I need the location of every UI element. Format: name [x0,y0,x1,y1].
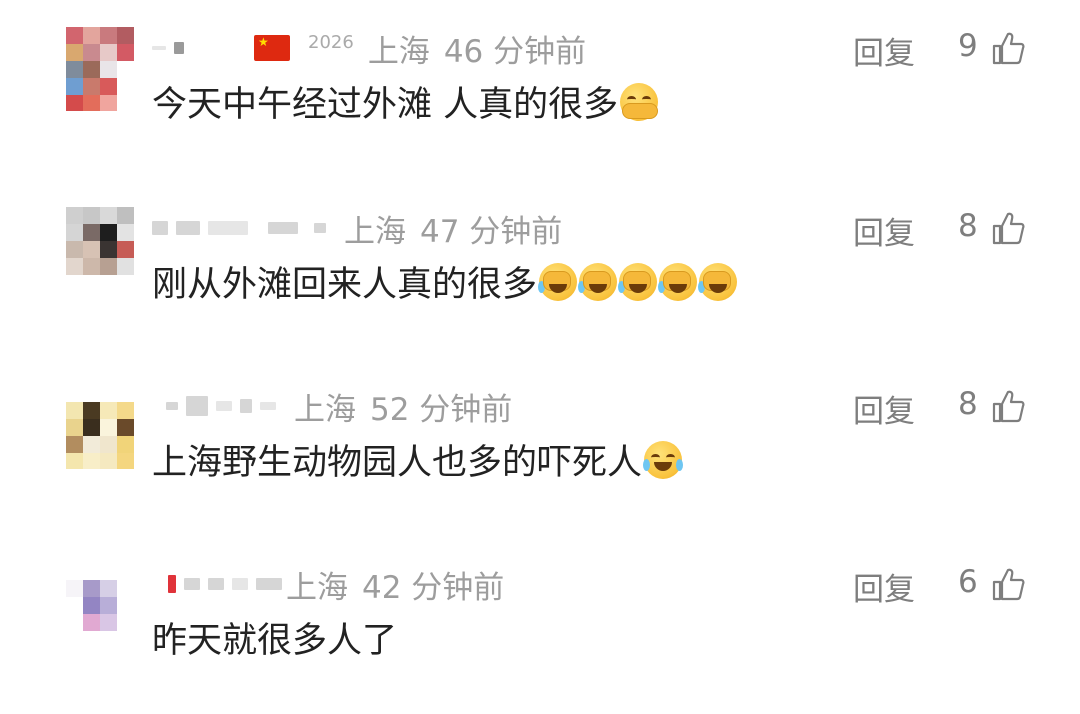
face-palm-emoji [658,262,698,301]
username-blurred[interactable] [268,222,298,234]
username-blurred[interactable] [174,42,184,54]
username-blurred[interactable] [176,221,200,235]
comment-text-row: 今天中午经过外滩 人真的很多 [152,76,659,127]
username-blurred[interactable] [260,402,276,410]
shushing-face-emoji [620,82,659,121]
timestamp: 46 分钟前 [443,33,587,70]
comment-text: 上海野生动物园人也多的吓死人 [152,443,643,483]
timestamp: 47 分钟前 [420,213,563,250]
comment-meta: 上海 52 分钟前 [152,386,513,428]
comment-meta: ★ 2026 上海 46 分钟前 [152,28,587,70]
location-label: 上海 [367,33,430,70]
location-label: 上海 [286,569,348,606]
username-blurred[interactable] [208,221,248,235]
thumbs-up-icon[interactable] [990,210,1026,246]
username-blurred[interactable] [232,578,248,590]
like-count: 8 [958,386,978,422]
username-blurred[interactable] [184,578,200,590]
thumbs-up-icon[interactable] [990,388,1026,424]
reply-button[interactable]: 回复 [853,28,915,73]
avatar[interactable] [66,563,134,647]
thumbs-up-icon[interactable] [990,566,1026,602]
like-count: 6 [958,564,978,600]
comment-text-row: 上海野生动物园人也多的吓死人 [152,434,684,485]
reply-button[interactable]: 回复 [853,208,915,253]
avatar[interactable] [66,27,134,111]
location-label: 上海 [344,213,406,250]
username-blurred[interactable] [256,578,282,590]
username-blurred[interactable] [240,399,252,413]
comment-item: 上海 52 分钟前 上海野生动物园人也多的吓死人 回复 8 [0,358,1080,536]
reply-button[interactable]: 回复 [853,564,915,609]
timestamp: 42 分钟前 [362,569,505,606]
comment-item: 上海 47 分钟前 刚从外滩回来人真的很多 回复 8 [0,180,1080,358]
thumbs-up-icon[interactable] [990,30,1026,66]
comment-text-row: 刚从外滩回来人真的很多 [152,256,738,307]
comment-text: 刚从外滩回来人真的很多 [152,265,538,305]
username-blurred[interactable] [152,221,168,235]
face-palm-emoji [538,262,578,301]
comment-item: 上海 42 分钟前 昨天就很多人了 回复 6 [0,536,1080,714]
badge-year: 2026 [308,31,354,53]
like-count: 8 [958,208,978,244]
comment-text: 昨天就很多人了 [152,621,398,661]
username-blurred[interactable] [168,575,176,593]
username-blurred[interactable] [216,401,232,411]
location-label: 上海 [294,391,356,428]
face-palm-emoji [698,262,738,301]
comment-meta: 上海 47 分钟前 [152,208,563,250]
username-blurred[interactable] [166,402,178,410]
avatar[interactable] [66,207,134,291]
tears-of-joy-emoji [643,440,684,479]
face-palm-emoji [578,262,618,301]
username-blurred[interactable] [208,578,224,590]
timestamp: 52 分钟前 [370,391,513,428]
comment-text: 今天中午经过外滩 人真的很多 [152,85,619,125]
reply-button[interactable]: 回复 [853,386,915,431]
comment-meta: 上海 42 分钟前 [152,564,505,606]
username-blurred[interactable] [186,396,208,416]
username-blurred[interactable] [314,223,326,233]
comment-item: ★ 2026 上海 46 分钟前 今天中午经过外滩 人真的很多 回复 9 [0,0,1080,178]
face-palm-emoji [618,262,658,301]
avatar[interactable] [66,385,134,469]
china-flag-icon: ★ [254,35,290,61]
comment-text-row: 昨天就很多人了 [152,612,397,663]
like-count: 9 [958,28,978,64]
username-blurred[interactable] [152,46,166,50]
